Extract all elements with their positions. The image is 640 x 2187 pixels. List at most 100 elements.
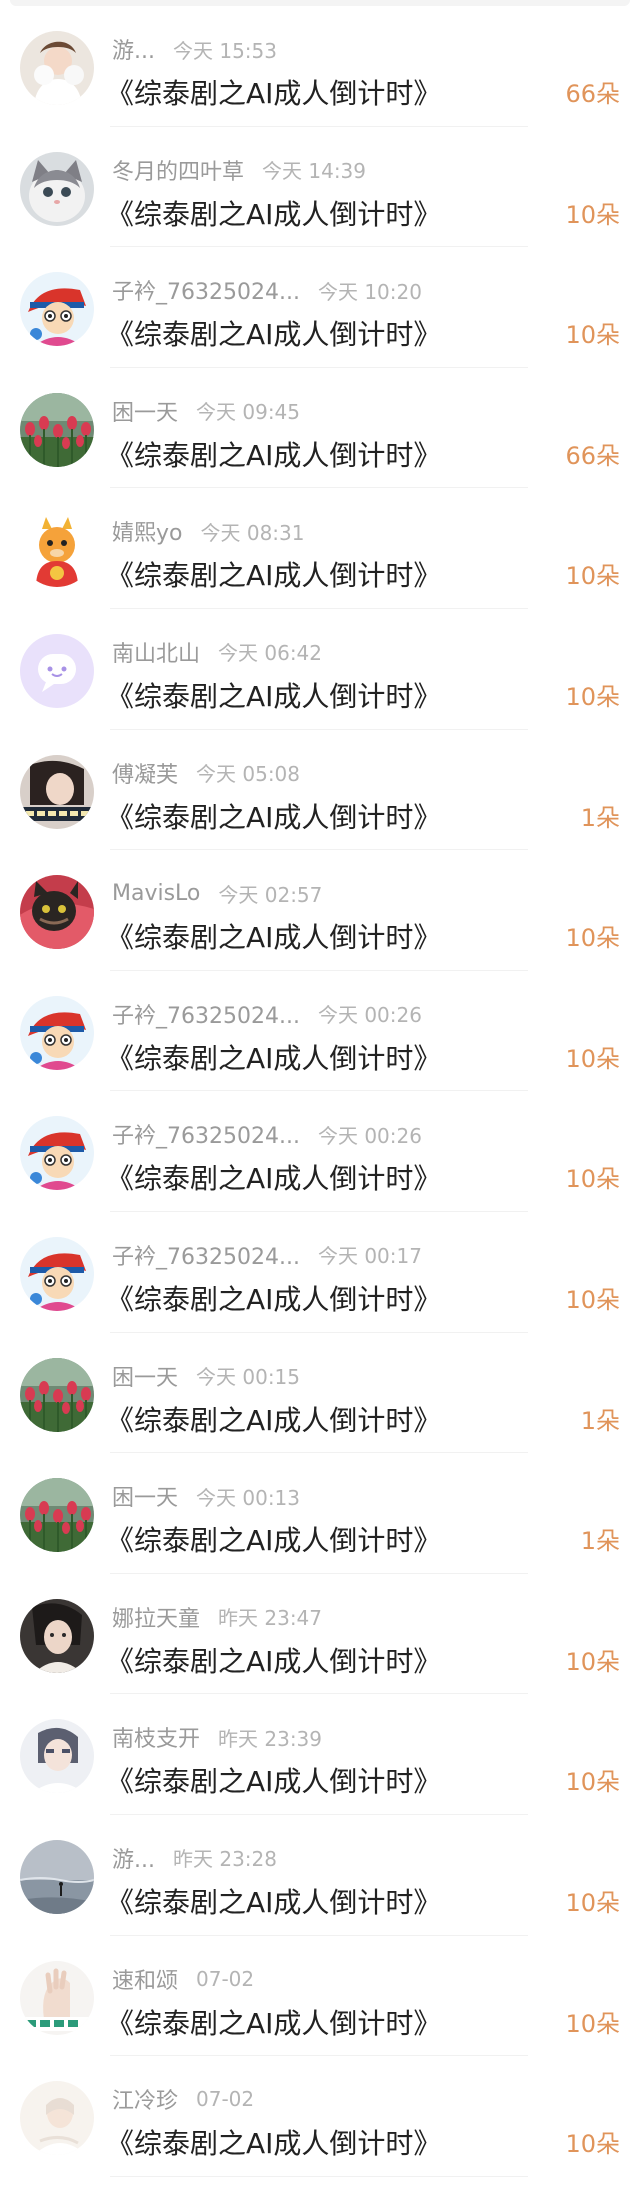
flower-count: 10朵	[565, 1768, 620, 1797]
timestamp: 今天 08:31	[200, 520, 305, 545]
user-name[interactable]: 南枝支开	[112, 1721, 200, 1753]
avatar-landscape-sea-icon	[20, 1839, 94, 1914]
user-name[interactable]: 婧熙yo	[112, 515, 182, 547]
list-item[interactable]: 困一天 今天 09:45 《综泰剧之AI成人倒计时》 66朵	[0, 368, 640, 489]
item-meta: 子衿_76325024... 今天 00:17	[112, 1240, 422, 1270]
user-name[interactable]: 游...	[112, 1842, 155, 1874]
gift-message: 《综泰剧之AI成人倒计时》	[106, 1524, 442, 1558]
timestamp: 今天 00:15	[196, 1365, 301, 1390]
list-item[interactable]: 子衿_76325024... 今天 00:17 《综泰剧之AI成人倒计时》 10朵	[0, 1212, 640, 1333]
gift-record-list: 游... 今天 15:53 《综泰剧之AI成人倒计时》 66朵 冬月的四叶草 今天 14:…	[0, 0, 640, 2187]
gift-message: 《综泰剧之AI成人倒计时》	[106, 438, 442, 472]
avatar[interactable]	[20, 513, 94, 588]
avatar[interactable]	[20, 272, 94, 347]
list-item[interactable]: 困一天 今天 00:13 《综泰剧之AI成人倒计时》 1朵	[0, 1453, 640, 1574]
item-meta: 子衿_76325024... 今天 00:26	[112, 1118, 422, 1150]
item-meta: MavisLo 今天 02:57	[112, 878, 322, 908]
user-name[interactable]: 困一天	[112, 1480, 178, 1512]
item-meta: 娜拉天童 昨天 23:47	[112, 1602, 322, 1632]
list-item[interactable]: 冬月的四叶草 今天 14:39 《综泰剧之AI成人倒计时》 10朵	[0, 127, 640, 248]
timestamp: 今天 00:26	[317, 1123, 422, 1148]
avatar[interactable]	[20, 633, 94, 708]
gift-message: 《综泰剧之AI成人倒计时》	[106, 1282, 442, 1316]
user-name[interactable]: 南山北山	[112, 636, 200, 668]
list-item[interactable]: 婧熙yo 今天 08:31 《综泰剧之AI成人倒计时》 10朵	[0, 488, 640, 609]
avatar[interactable]	[20, 995, 94, 1070]
timestamp: 今天 02:57	[218, 882, 323, 907]
gift-message: 《综泰剧之AI成人倒计时》	[106, 559, 442, 593]
user-name[interactable]: 娜拉天童	[112, 1601, 200, 1633]
avatar[interactable]	[20, 1357, 94, 1432]
gift-message: 《综泰剧之AI成人倒计时》	[106, 2006, 442, 2040]
timestamp: 今天 14:39	[262, 159, 367, 184]
list-item[interactable]: 速和颂 07-02 《综泰剧之AI成人倒计时》 10朵	[0, 1936, 640, 2057]
item-meta: 傅凝芙 今天 05:08	[112, 758, 300, 788]
avatar[interactable]	[20, 1960, 94, 2035]
item-meta: 困一天 今天 00:15	[112, 1361, 300, 1391]
gift-message: 《综泰剧之AI成人倒计时》	[106, 800, 442, 834]
item-meta: 子衿_76325024... 今天 10:20	[112, 274, 422, 306]
item-meta: 江冷珍 07-02	[112, 2084, 254, 2114]
flower-count: 10朵	[565, 2130, 620, 2159]
gift-message: 《综泰剧之AI成人倒计时》	[106, 2127, 442, 2161]
flower-count: 10朵	[565, 200, 620, 229]
avatar-tulips-icon	[20, 392, 94, 467]
avatar-cat-icon	[20, 151, 94, 226]
avatar[interactable]	[20, 392, 94, 467]
gift-message: 《综泰剧之AI成人倒计时》	[106, 1403, 442, 1437]
user-name[interactable]: 子衿_76325024...	[112, 274, 300, 306]
avatar[interactable]	[20, 31, 94, 105]
avatar[interactable]	[20, 1598, 94, 1673]
list-item[interactable]: 子衿_76325024... 今天 00:26 《综泰剧之AI成人倒计时》 10朵	[0, 971, 640, 1092]
flower-count: 1朵	[580, 803, 620, 832]
timestamp: 今天 00:26	[317, 1003, 422, 1028]
list-item[interactable]: 江冷珍 07-02 《综泰剧之AI成人倒计时》 10朵	[0, 2056, 640, 2177]
avatar-photo-person-light-icon	[20, 1719, 94, 1794]
list-item[interactable]: MavisLo 今天 02:57 《综泰剧之AI成人倒计时》 10朵	[0, 850, 640, 971]
user-name[interactable]: 游...	[112, 33, 155, 65]
user-name[interactable]: 速和颂	[112, 1963, 178, 1995]
user-name[interactable]: 困一天	[112, 1360, 178, 1392]
avatar[interactable]	[20, 875, 94, 950]
list-item[interactable]: 南山北山 今天 06:42 《综泰剧之AI成人倒计时》 10朵	[0, 609, 640, 730]
gift-message: 《综泰剧之AI成人倒计时》	[106, 197, 442, 231]
gift-message: 《综泰剧之AI成人倒计时》	[106, 679, 442, 713]
list-item[interactable]: 傅凝芙 今天 05:08 《综泰剧之AI成人倒计时》 1朵	[0, 730, 640, 851]
user-name[interactable]: 困一天	[112, 395, 178, 427]
list-item[interactable]: 南枝支开 昨天 23:39 《综泰剧之AI成人倒计时》 10朵	[0, 1694, 640, 1815]
avatar[interactable]	[20, 1116, 94, 1191]
timestamp: 昨天 23:39	[218, 1726, 323, 1751]
avatar[interactable]	[20, 2081, 94, 2156]
item-meta: 速和颂 07-02	[112, 1964, 254, 1994]
avatar[interactable]	[20, 1719, 94, 1794]
list-item[interactable]: 子衿_76325024... 今天 00:26 《综泰剧之AI成人倒计时》 10朵	[0, 1091, 640, 1212]
user-name[interactable]: 傅凝芙	[112, 757, 178, 789]
user-name[interactable]: 子衿_76325024...	[112, 1118, 300, 1150]
avatar[interactable]	[20, 1839, 94, 1914]
avatar-cartoon-boy-icon	[20, 1116, 94, 1191]
list-item[interactable]: 困一天 今天 00:15 《综泰剧之AI成人倒计时》 1朵	[0, 1333, 640, 1454]
avatar-photo-person-dark-icon	[20, 1598, 94, 1673]
list-item[interactable]: 子衿_76325024... 今天 10:20 《综泰剧之AI成人倒计时》 10朵	[0, 247, 640, 368]
user-name[interactable]: MavisLo	[112, 881, 200, 906]
user-name[interactable]: 子衿_76325024...	[112, 998, 300, 1030]
user-name[interactable]: 江冷珍	[112, 2083, 178, 2115]
avatar[interactable]	[20, 754, 94, 829]
timestamp: 今天 06:42	[218, 641, 323, 666]
list-item[interactable]: 游... 昨天 23:28 《综泰剧之AI成人倒计时》 10朵	[0, 1815, 640, 1936]
user-name[interactable]: 冬月的四叶草	[112, 154, 244, 186]
list-item[interactable]: 游... 今天 15:53 《综泰剧之AI成人倒计时》 66朵	[0, 6, 640, 127]
item-meta: 游... 今天 15:53	[112, 33, 277, 65]
item-meta: 困一天 今天 00:13	[112, 1480, 300, 1512]
flower-count: 10朵	[565, 321, 620, 350]
avatar[interactable]	[20, 151, 94, 226]
flower-count: 10朵	[565, 1165, 620, 1194]
user-name[interactable]: 子衿_76325024...	[112, 1239, 300, 1271]
avatar[interactable]	[20, 1236, 94, 1311]
list-item[interactable]: 娜拉天童 昨天 23:47 《综泰剧之AI成人倒计时》 10朵	[0, 1574, 640, 1695]
flower-count: 66朵	[565, 441, 620, 470]
flower-count: 10朵	[565, 682, 620, 711]
item-meta: 南枝支开 昨天 23:39	[112, 1721, 323, 1753]
avatar[interactable]	[20, 1478, 94, 1553]
avatar-photo-hand-text-icon	[20, 1960, 94, 2035]
